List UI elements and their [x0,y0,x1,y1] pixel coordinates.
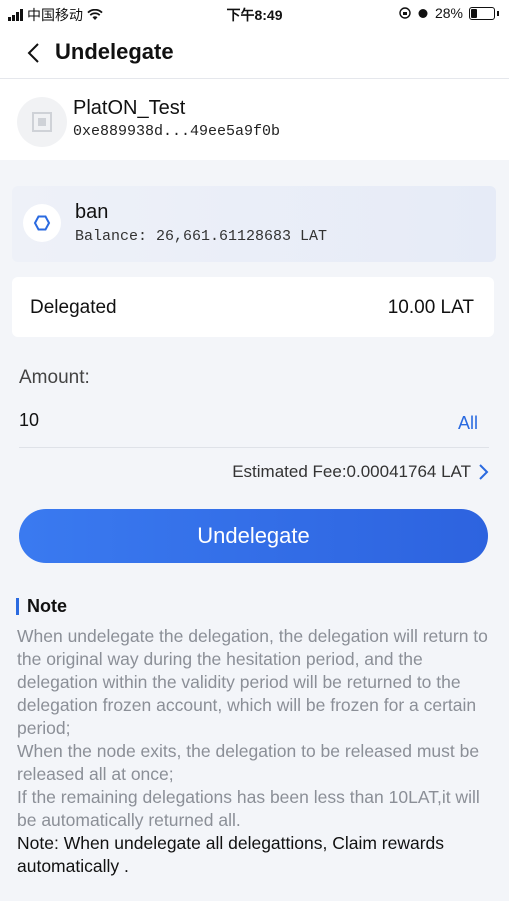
delegated-card: Delegated 10.00 LAT [12,277,494,337]
lock-rotation-icon [399,7,411,19]
wallet-avatar [17,97,67,147]
node-hexagon-icon [23,204,61,242]
note-paragraph: When undelegate the delegation, the dele… [17,626,488,738]
amount-divider [19,447,489,448]
node-name: ban [75,201,109,223]
estimated-fee-text: Estimated Fee:0.00041764 LAT [232,462,471,481]
page-title: Undelegate [55,39,174,64]
delegated-label: Delegated [30,297,117,318]
battery-percent: 28% [434,5,463,21]
amount-label: Amount: [19,367,90,388]
amount-input[interactable] [19,410,459,431]
delegated-value: 10.00 LAT [387,297,474,318]
estimated-fee-row[interactable]: Estimated Fee:0.00041764 LAT [232,462,489,482]
wallet-icon [32,112,52,132]
note-accent-bar [16,598,19,615]
note-paragraph: If the remaining delegations has been le… [17,787,480,830]
note-title: Note [27,596,67,616]
wallet-address: 0xe889938d...49ee5a9f0b [73,123,281,140]
node-balance: Balance: 26,661.61128683 LAT [75,228,328,245]
node-card: ban Balance: 26,661.61128683 LAT [12,186,496,262]
battery-icon [469,6,495,20]
note-paragraph: When the node exits, the delegation to b… [17,741,480,784]
undelegate-button[interactable]: Undelegate [19,509,488,563]
nav-bar: Undelegate [0,28,509,79]
alarm-icon [418,9,428,18]
note-body: When undelegate the delegation, the dele… [17,625,497,878]
chevron-right-icon [479,464,489,480]
note-heading: Note [16,596,67,617]
back-arrow-icon[interactable] [22,40,48,66]
note-paragraph-final: Note: When undelegate all delegattions, … [17,833,445,876]
all-button[interactable]: All [458,413,478,434]
status-bar: 中国移动 下午8:49 28% [0,0,509,28]
wallet-info: PlatON_Test 0xe889938d...49ee5a9f0b [17,97,487,152]
wallet-name: PlatON_Test [73,97,186,119]
